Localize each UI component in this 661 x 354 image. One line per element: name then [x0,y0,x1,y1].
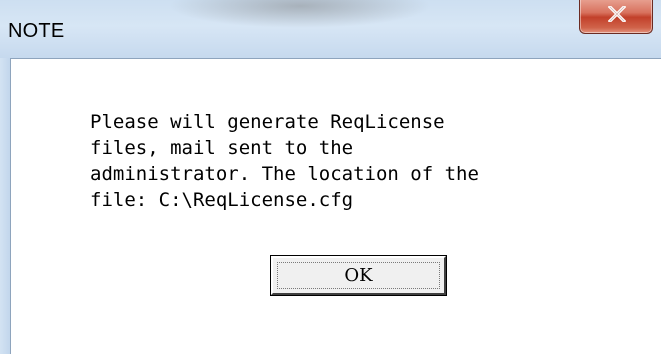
dialog-message: Please will generate ReqLicense files, m… [90,111,479,211]
dialog-body: Please will generate ReqLicense files, m… [10,58,661,354]
window-frame-left [0,58,10,354]
ok-button-label: OK [344,265,373,286]
window-title: NOTE [8,20,65,42]
close-icon [608,6,626,22]
note-dialog-window: NOTE Please will generate ReqLicense fil… [0,0,661,354]
close-button[interactable] [579,0,653,34]
ok-button[interactable]: OK [270,255,447,296]
title-bar[interactable]: NOTE [0,0,661,58]
